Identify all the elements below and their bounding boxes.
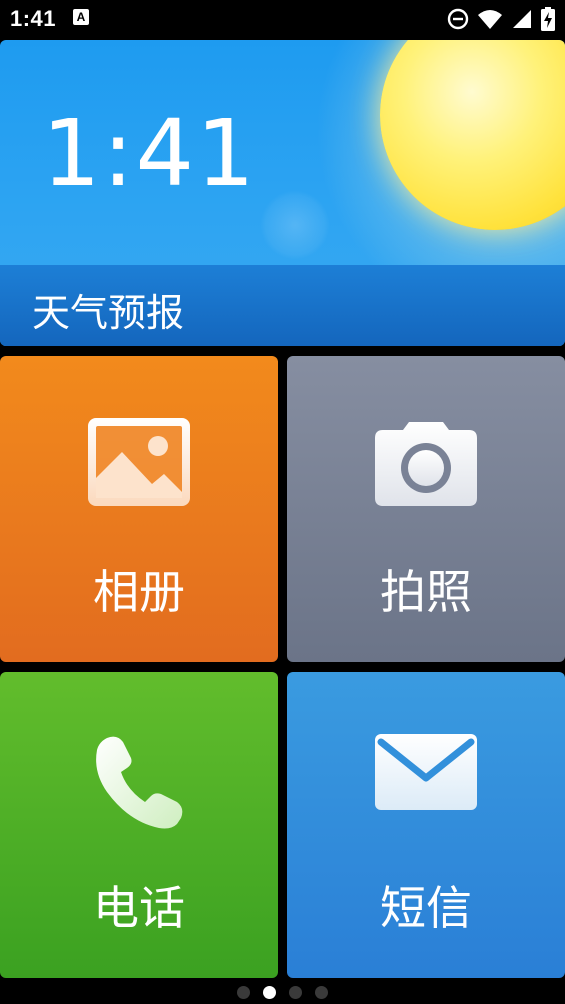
- gallery-tile[interactable]: 相册: [0, 356, 278, 662]
- message-icon-wrap: [287, 732, 565, 812]
- sms-tile[interactable]: 短信: [287, 672, 565, 978]
- gallery-icon-wrap: [0, 416, 278, 508]
- page-dot-4[interactable]: [315, 985, 328, 999]
- signal-icon: [513, 10, 531, 28]
- phone-label: 电话: [93, 881, 185, 935]
- status-time: 1:41: [10, 6, 57, 31]
- page-dot-3[interactable]: [289, 985, 302, 999]
- phone-icon: [96, 736, 183, 829]
- do-not-disturb-icon: [447, 8, 469, 30]
- battery-charging-icon: [541, 7, 555, 31]
- message-icon: [375, 734, 477, 810]
- page-dot-2[interactable]: [263, 985, 276, 999]
- weather-label: 天气预报: [32, 291, 185, 335]
- home-screen: 1:41 A 1:41 天气预报 相册 拍照 电话 短信: [0, 0, 565, 1004]
- camera-tile[interactable]: 拍照: [287, 356, 565, 662]
- phone-icon-wrap: [0, 732, 278, 832]
- widget-clock: 1:41: [42, 100, 257, 207]
- weather-banner: 天气预报: [0, 265, 565, 346]
- lens-flare: [260, 190, 330, 260]
- notification-app-icon: A: [73, 9, 89, 25]
- sms-label: 短信: [380, 881, 472, 935]
- gallery-label: 相册: [93, 565, 185, 619]
- camera-icon-wrap: [287, 416, 565, 508]
- camera-label: 拍照: [380, 565, 472, 619]
- wifi-icon: [478, 10, 502, 29]
- page-dot-1[interactable]: [237, 985, 250, 999]
- status-icons: [447, 6, 555, 32]
- status-bar: 1:41 A: [0, 0, 565, 38]
- phone-tile[interactable]: 电话: [0, 672, 278, 978]
- camera-icon: [375, 422, 477, 506]
- gallery-icon: [88, 418, 190, 506]
- weather-widget[interactable]: 1:41 天气预报: [0, 40, 565, 346]
- page-indicator: [0, 984, 565, 1000]
